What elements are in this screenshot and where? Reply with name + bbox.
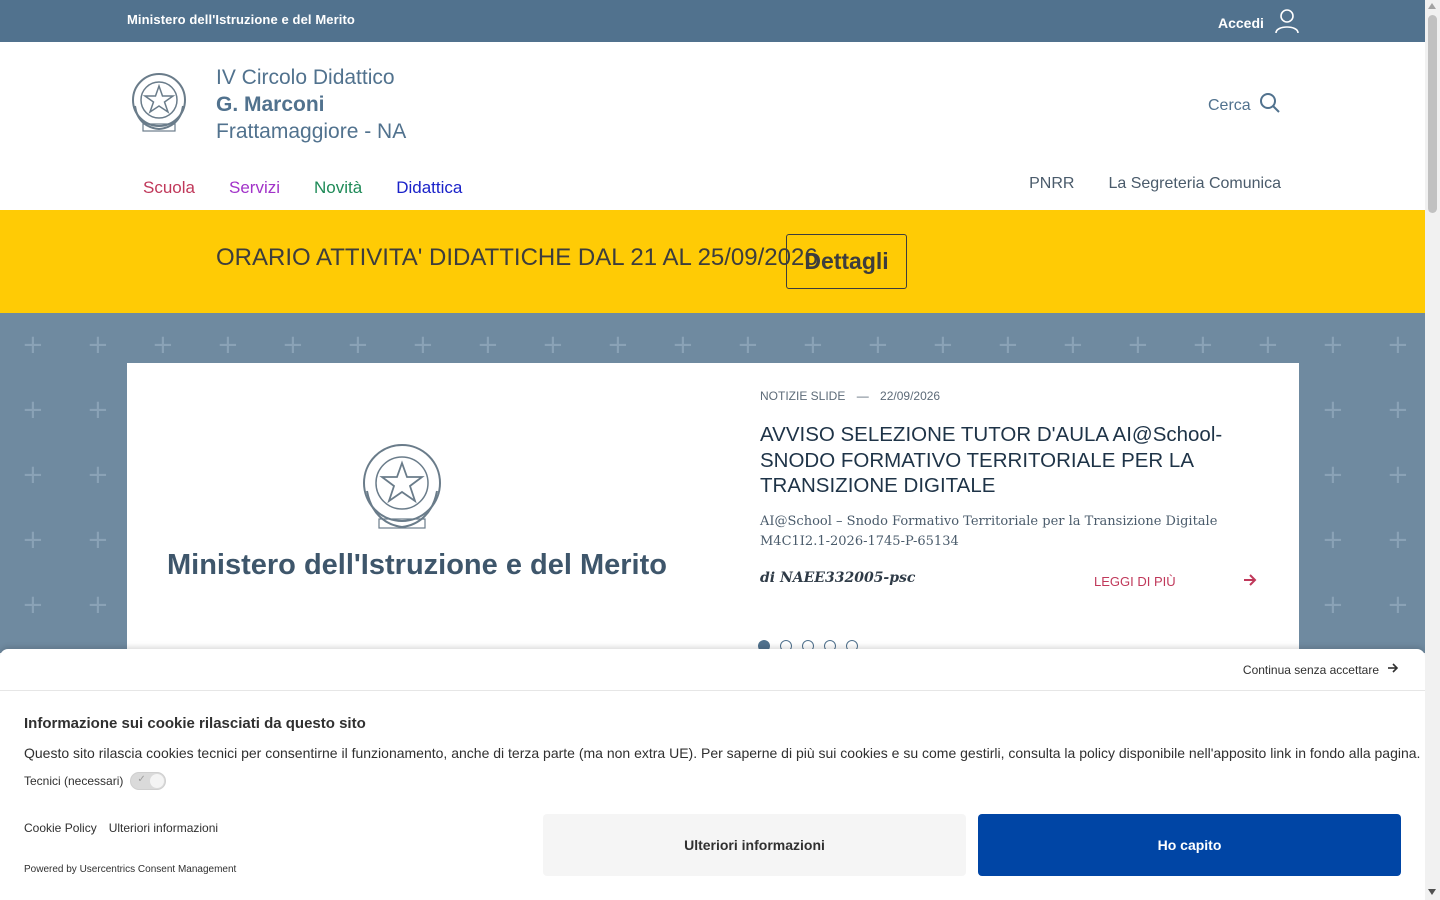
search-label: Cerca: [1208, 96, 1251, 114]
school-name-line3: Frattamaggiore - NA: [216, 120, 407, 143]
pattern-cross: +: [87, 525, 109, 555]
slide-category[interactable]: NOTIZIE SLIDE: [760, 389, 845, 403]
slide-date: 22/09/2026: [880, 389, 941, 403]
scroll-down-icon[interactable]: [1428, 889, 1436, 895]
pattern-cross: +: [1322, 460, 1344, 490]
slide-author: di NAEE332005-psc: [760, 570, 916, 586]
cookie-heading: Informazione sui cookie rilasciati da qu…: [24, 715, 366, 732]
alert-banner: ORARIO ATTIVITA' DIDATTICHE DAL 21 AL 25…: [0, 210, 1425, 313]
pattern-cross: +: [1322, 525, 1344, 555]
school-name-line2: G. Marconi: [216, 93, 325, 116]
pattern-cross: +: [152, 330, 174, 360]
cookie-policy-link[interactable]: Cookie Policy: [24, 821, 97, 835]
divider: [0, 690, 1425, 691]
ministry-emblem-icon: [363, 444, 441, 529]
secondary-nav: PNRR La Segreteria Comunica: [1029, 175, 1281, 193]
pattern-cross: +: [737, 330, 759, 360]
pattern-cross: +: [1387, 395, 1409, 425]
slide-description: AI@School – Snodo Formativo Territoriale…: [760, 514, 1218, 549]
more-info-link[interactable]: Ulteriori informazioni: [109, 821, 218, 835]
republic-emblem-icon[interactable]: [127, 66, 191, 138]
slide-card: Ministero dell'Istruzione e del Merito N…: [127, 363, 1299, 653]
slide-meta: NOTIZIE SLIDE — 22/09/2026: [760, 389, 940, 403]
ministry-link[interactable]: Ministero dell'Istruzione e del Merito: [127, 12, 355, 27]
search-icon: [1259, 92, 1281, 119]
pattern-cross: +: [1387, 590, 1409, 620]
school-name[interactable]: IV Circolo Didattico G. Marconi Frattama…: [216, 64, 406, 145]
nav-item-novita[interactable]: Novità: [314, 178, 362, 198]
toggle-label: Tecnici (necessari): [24, 774, 124, 788]
nav-item-scuola[interactable]: Scuola: [143, 178, 195, 198]
powered-by[interactable]: Powered by Usercentrics Consent Manageme…: [24, 864, 236, 875]
search-button[interactable]: Cerca: [1208, 92, 1281, 119]
pattern-cross: +: [1127, 330, 1149, 360]
more-info-button[interactable]: Ulteriori informazioni: [543, 814, 966, 876]
technical-cookies-row: Tecnici (necessari) ✓: [24, 772, 167, 790]
pattern-cross: +: [22, 330, 44, 360]
hero-carousel: ++++++++++++++++++++++++++++++++++++++++…: [0, 313, 1425, 653]
pattern-cross: +: [997, 330, 1019, 360]
school-name-line1: IV Circolo Didattico: [216, 66, 395, 89]
pattern-cross: +: [22, 395, 44, 425]
technical-cookies-toggle[interactable]: ✓: [130, 772, 167, 790]
arrow-right-icon: [1243, 573, 1257, 590]
pattern-cross: +: [22, 460, 44, 490]
continue-without-accepting-button[interactable]: Continua senza accettare: [1243, 662, 1399, 677]
pattern-cross: +: [412, 330, 434, 360]
pattern-cross: +: [1192, 330, 1214, 360]
slide-title[interactable]: AVVISO SELEZIONE TUTOR D'AULA AI@School-…: [760, 422, 1270, 499]
pattern-cross: +: [477, 330, 499, 360]
pattern-cross: +: [87, 395, 109, 425]
check-icon: ✓: [137, 774, 146, 785]
pattern-cross: +: [1387, 525, 1409, 555]
pattern-cross: +: [607, 330, 629, 360]
nav-item-servizi[interactable]: Servizi: [229, 178, 280, 198]
read-more-link[interactable]: LEGGI DI PIÙ: [1094, 573, 1257, 590]
nav-item-pnrr[interactable]: PNRR: [1029, 175, 1074, 193]
nav-item-segreteria[interactable]: La Segreteria Comunica: [1108, 175, 1281, 193]
scrollbar-thumb[interactable]: [1428, 15, 1437, 213]
alert-text: ORARIO ATTIVITA' DIDATTICHE DAL 21 AL 25…: [216, 244, 818, 271]
nav-item-didattica[interactable]: Didattica: [396, 178, 462, 198]
pattern-cross: +: [1322, 330, 1344, 360]
pattern-cross: +: [802, 330, 824, 360]
top-ministry-bar: Ministero dell'Istruzione e del Merito A…: [0, 0, 1425, 42]
arrow-right-icon: [1387, 662, 1399, 677]
pattern-cross: +: [87, 460, 109, 490]
meta-separator: —: [856, 389, 869, 403]
continue-label: Continua senza accettare: [1242, 662, 1379, 677]
main-nav: Scuola Servizi Novità Didattica: [143, 178, 462, 198]
login-label: Accedi: [1218, 15, 1264, 31]
pattern-cross: +: [867, 330, 889, 360]
pattern-cross: +: [217, 330, 239, 360]
cookie-banner: Continua senza accettare Informazione su…: [0, 649, 1425, 900]
pattern-cross: +: [87, 590, 109, 620]
pattern-cross: +: [1387, 460, 1409, 490]
pattern-cross: +: [672, 330, 694, 360]
pattern-cross: +: [347, 330, 369, 360]
cookie-links: Cookie Policy Ulteriori informazioni: [24, 821, 218, 835]
pattern-cross: +: [22, 590, 44, 620]
pattern-cross: +: [1387, 330, 1409, 360]
site-header: IV Circolo Didattico G. Marconi Frattama…: [0, 42, 1425, 210]
pattern-cross: +: [1257, 330, 1279, 360]
pattern-cross: +: [1062, 330, 1084, 360]
accept-button[interactable]: Ho capito: [978, 814, 1401, 876]
pattern-cross: +: [542, 330, 564, 360]
read-more-label: LEGGI DI PIÙ: [1094, 574, 1176, 589]
details-button[interactable]: Dettagli: [786, 234, 907, 289]
pattern-cross: +: [1322, 395, 1344, 425]
pattern-cross: +: [1322, 590, 1344, 620]
slide-image-text: Ministero dell'Istruzione e del Merito: [167, 549, 667, 581]
cookie-body: Questo sito rilascia cookies tecnici per…: [24, 745, 1421, 761]
scroll-up-icon[interactable]: [1428, 3, 1436, 9]
login-button[interactable]: Accedi: [1218, 8, 1300, 38]
pattern-cross: +: [282, 330, 304, 360]
user-icon: [1274, 8, 1300, 38]
pattern-cross: +: [932, 330, 954, 360]
toggle-knob: [150, 774, 165, 788]
pattern-cross: +: [87, 330, 109, 360]
pattern-cross: +: [22, 525, 44, 555]
page-scrollbar[interactable]: [1425, 0, 1440, 900]
